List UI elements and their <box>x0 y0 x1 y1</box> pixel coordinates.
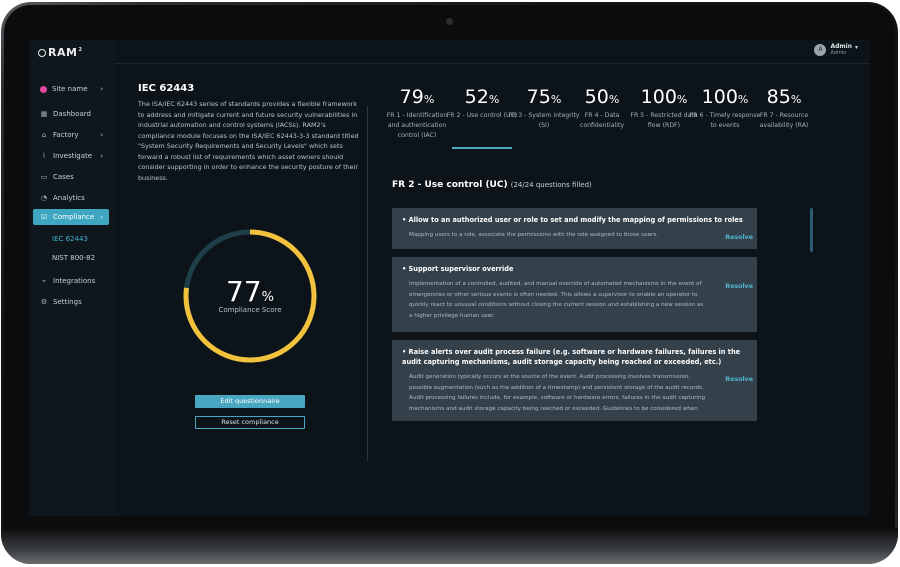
site-name-label: Site name <box>52 85 88 93</box>
requirement-body: Mapping users to a role, associate the p… <box>409 232 659 238</box>
standard-info: IEC 62443 The ISA/IEC 62443 series of st… <box>138 83 363 183</box>
tab-fr1[interactable]: 79% FR 1 - Identification and authenticat… <box>381 86 453 141</box>
user-role: Admin <box>830 50 847 56</box>
fr-score-value: 79 <box>399 86 424 108</box>
section-title: FR 2 - Use control (UC) (24/24 questions… <box>392 180 592 190</box>
chevron-right-icon: › <box>100 85 103 93</box>
logo-ring-icon <box>38 49 46 57</box>
requirement-body: Implementation of a controlled, audited,… <box>409 281 704 319</box>
requirement-card: • Raise alerts over audit process failur… <box>392 340 757 421</box>
section-question-count: (24/24 questions filled) <box>510 181 592 189</box>
fr-score-value: 100 <box>640 86 677 108</box>
scrollbar[interactable] <box>810 208 813 252</box>
fr-score-unit: % <box>608 93 620 106</box>
compliance-score-value: 77% <box>182 275 318 308</box>
fr-score-value: 50 <box>584 86 609 108</box>
fr-score-value: 100 <box>701 86 738 108</box>
sidebar-item-label: Settings <box>53 298 82 306</box>
sidebar-item-cases[interactable]: ▭ Cases <box>33 169 109 185</box>
fr-score-unit: % <box>550 93 562 106</box>
requirement-title: • Raise alerts over audit process failur… <box>402 348 741 366</box>
fr-label: FR 1 - Identification and authentication… <box>386 112 448 139</box>
requirement-body: Audit generation typically occurs at the… <box>409 374 706 412</box>
sidebar-item-label: Factory <box>53 131 79 139</box>
resolve-link[interactable]: Resolve <box>725 234 753 241</box>
app-screen: RAM2 Site name › ▦ Dashboard ⌂ Factory › ⌇ In… <box>29 40 870 516</box>
sidebar: RAM2 Site name › ▦ Dashboard ⌂ Factory › ⌇ In… <box>29 40 115 516</box>
fr-score-value: 52 <box>464 86 489 108</box>
sidebar-subitem-iec-62443[interactable]: IEC 62443 <box>52 235 88 243</box>
fr-score: 79% <box>381 86 453 108</box>
avatar: A <box>814 44 827 56</box>
logo-text: RAM <box>48 46 78 59</box>
resolve-link[interactable]: Resolve <box>725 376 753 383</box>
fr-score-unit: % <box>488 93 500 106</box>
gear-icon: ⚙ <box>40 298 48 306</box>
requirement-card: • Allow to an authorized user or role to… <box>392 208 757 249</box>
fr-score-unit: % <box>790 93 802 106</box>
factory-icon: ⌂ <box>41 131 47 139</box>
fr-score-value: 75 <box>526 86 551 108</box>
chevron-right-icon: › <box>100 213 103 221</box>
analytics-icon: ◔ <box>40 194 48 202</box>
compliance-score-label: Compliance Score <box>218 306 282 314</box>
top-bar: A Admin Admin ▾ <box>115 40 870 64</box>
fr-score: 85% <box>748 86 820 108</box>
sidebar-item-label: Analytics <box>53 194 85 202</box>
sidebar-item-compliance[interactable]: ☑ Compliance › <box>33 209 109 225</box>
sidebar-item-label: Cases <box>53 173 74 181</box>
page-title: IEC 62443 <box>138 83 195 94</box>
active-tab-indicator <box>452 147 512 149</box>
fr-label: FR 7 - Resource availability (RA) <box>759 112 809 129</box>
grid-icon: ▦ <box>40 110 48 118</box>
logo-mark: 2 <box>78 47 83 53</box>
camera-dot <box>446 18 453 25</box>
sidebar-item-label: Compliance <box>53 213 95 221</box>
reset-compliance-button[interactable]: Reset compliance <box>195 416 305 429</box>
fr-score-value: 85 <box>766 86 791 108</box>
sidebar-item-label: Investigate <box>53 152 93 160</box>
score-unit: % <box>261 290 274 305</box>
sidebar-item-investigate[interactable]: ⌇ Investigate › <box>33 148 109 164</box>
sidebar-item-integrations[interactable]: ⌁ Integrations <box>33 273 109 289</box>
checklist-icon: ☑ <box>40 213 48 221</box>
score-number: 77 <box>226 275 262 308</box>
vertical-divider <box>367 106 368 461</box>
fr-score-unit: % <box>676 93 688 106</box>
plug-icon: ⌁ <box>41 277 47 285</box>
sidebar-item-factory[interactable]: ⌂ Factory › <box>33 127 109 143</box>
standard-description: The ISA/IEC 62443 series of standards pr… <box>138 100 359 182</box>
site-status-dot <box>40 85 47 93</box>
resolve-link[interactable]: Resolve <box>725 283 753 290</box>
section-title-text: FR 2 - Use control (UC) <box>392 180 508 190</box>
requirement-card: • Support supervisor override Implementa… <box>392 257 757 332</box>
chevron-right-icon: › <box>100 152 103 160</box>
chart-line-icon: ⌇ <box>42 152 46 160</box>
sidebar-item-label: Integrations <box>53 277 96 285</box>
edit-questionnaire-button[interactable]: Edit questionnaire <box>195 395 305 408</box>
requirement-title: • Support supervisor override <box>402 265 514 273</box>
sidebar-item-label: Dashboard <box>53 110 91 118</box>
fr-score-unit: % <box>423 93 435 106</box>
chevron-right-icon: › <box>100 131 103 139</box>
chevron-down-icon: ▾ <box>854 44 858 51</box>
site-selector[interactable]: Site name › <box>33 81 109 97</box>
tab-fr7[interactable]: 85% FR 7 - Resource availability (RA) <box>748 86 820 131</box>
sidebar-item-settings[interactable]: ⚙ Settings <box>33 294 109 310</box>
sidebar-subitem-nist-800-82[interactable]: NIST 800-82 <box>52 254 95 262</box>
sidebar-item-dashboard[interactable]: ▦ Dashboard <box>33 106 109 122</box>
sidebar-item-analytics[interactable]: ◔ Analytics <box>33 190 109 206</box>
requirement-title: • Allow to an authorized user or role to… <box>402 216 743 224</box>
app-logo[interactable]: RAM2 <box>38 46 82 59</box>
folder-icon: ▭ <box>40 173 48 181</box>
fr-score-unit: % <box>737 93 749 106</box>
user-menu[interactable]: A Admin Admin ▾ <box>814 44 858 56</box>
